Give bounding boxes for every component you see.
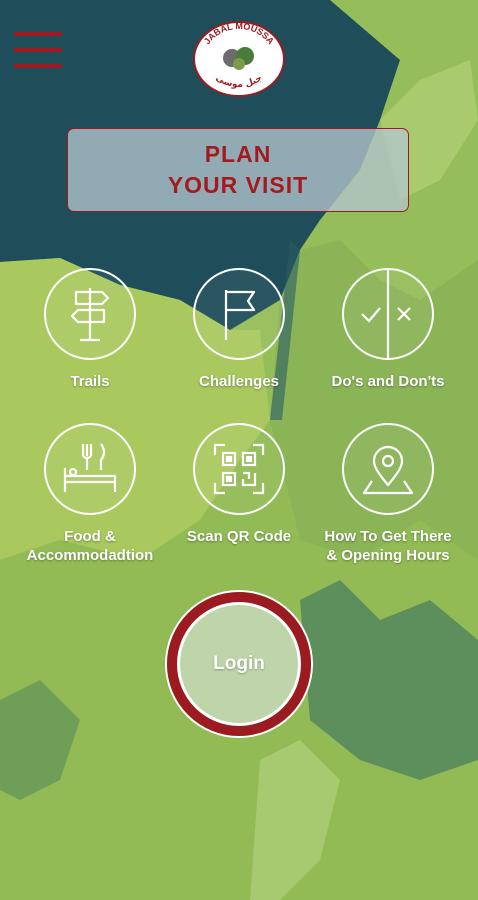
check-cross-icon [361, 270, 411, 358]
tile-trails[interactable]: Trails [15, 268, 165, 391]
scan-qr-label: Scan QR Code [186, 528, 292, 545]
challenges-label: Challenges [198, 373, 280, 390]
trails-circle[interactable] [44, 268, 136, 360]
plan-line-2: YOUR VISIT [167, 172, 309, 198]
dos-donts-circle[interactable] [342, 268, 434, 360]
trails-label: Trails [70, 373, 110, 390]
dos-donts-label: Do's and Don'ts [331, 373, 445, 390]
how-to-get-there-circle[interactable] [342, 423, 434, 515]
tile-dos-and-donts[interactable]: Do's and Don'ts [313, 268, 463, 391]
tile-food-accommodation[interactable]: Food & Accommodadtion [15, 423, 165, 565]
challenges-circle[interactable] [193, 268, 285, 360]
login-button[interactable]: Login [167, 592, 311, 736]
hamburger-menu-icon [14, 32, 62, 36]
hamburger-menu-button[interactable] [14, 32, 62, 68]
food-accommodation-label: Food & Accommodadtion [26, 528, 154, 564]
map-pin-icon [362, 445, 414, 495]
tile-how-to-get-there[interactable]: How To Get There & Opening Hours [313, 423, 463, 565]
jabal-moussa-logo: JABAL MOUSSA جبل موسى [192, 20, 286, 98]
flag-icon [224, 290, 256, 340]
tile-challenges[interactable]: Challenges [164, 268, 314, 391]
food-bed-icon [63, 443, 117, 492]
plan-your-visit-button[interactable]: PLAN YOUR VISIT [67, 128, 409, 212]
signpost-icon [70, 288, 110, 342]
food-accommodation-circle[interactable] [44, 423, 136, 515]
qr-code-icon [213, 443, 265, 495]
plan-line-1: PLAN [204, 141, 272, 167]
login-label: Login [213, 653, 265, 674]
scan-qr-circle[interactable] [193, 423, 285, 515]
tile-scan-qr-code[interactable]: Scan QR Code [164, 423, 314, 546]
how-to-get-there-label: How To Get There & Opening Hours [324, 528, 452, 564]
